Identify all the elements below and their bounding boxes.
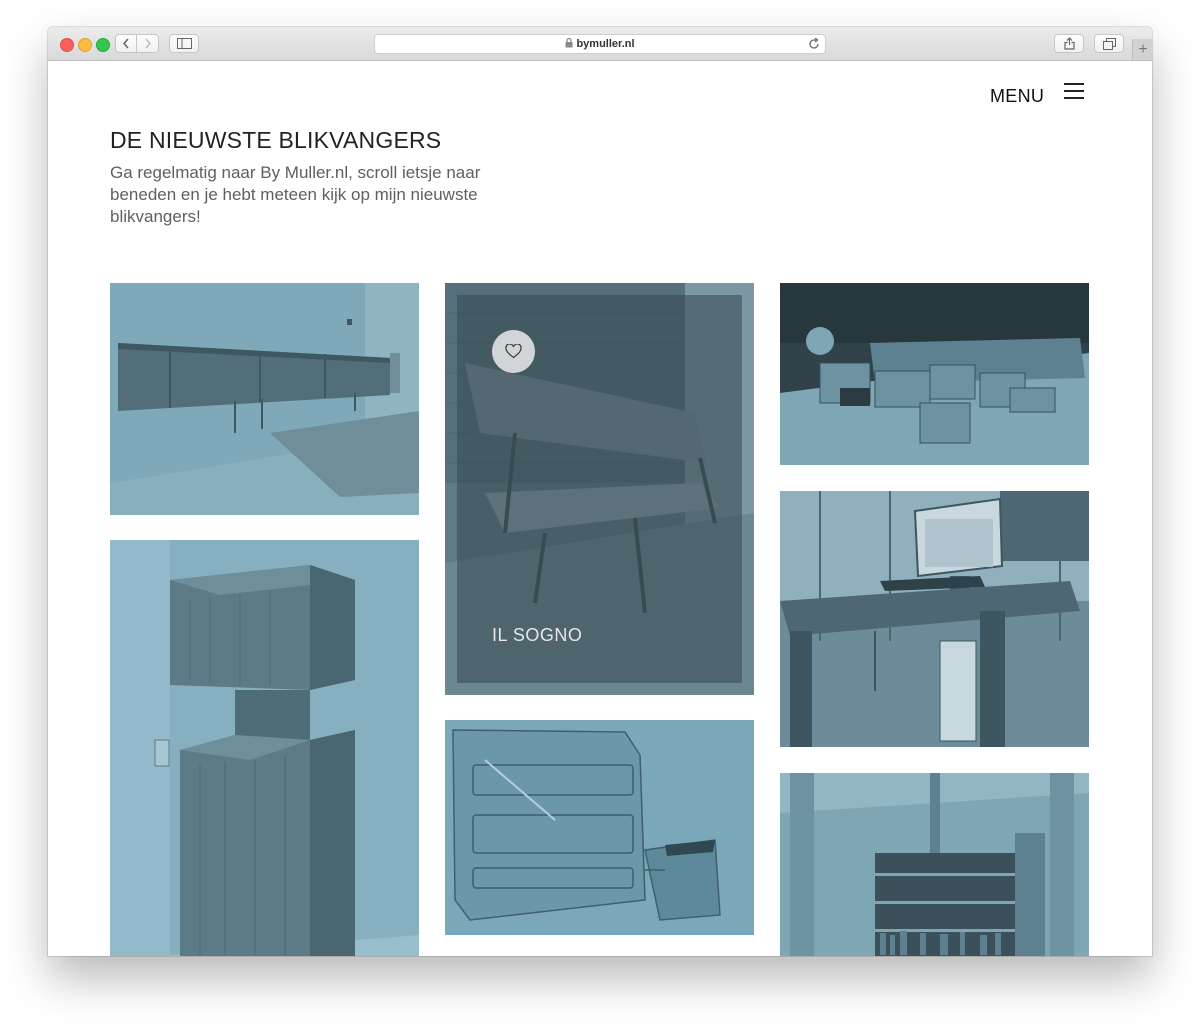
- gallery-tile-featured[interactable]: IL SOGNO: [445, 283, 754, 695]
- menu-label: MENU: [990, 86, 1045, 106]
- cabinet-image: [110, 540, 419, 956]
- gallery-tile-desk[interactable]: [780, 491, 1089, 747]
- browser-window: bymuller.nl + MENU DE NIEUWSTE BLIKVANGE…: [48, 27, 1152, 956]
- minimize-window-button[interactable]: [78, 38, 92, 52]
- favorite-button[interactable]: [492, 330, 535, 373]
- zoom-window-button[interactable]: [96, 38, 110, 52]
- url-text: bymuller.nl: [576, 38, 635, 50]
- lock-icon: [565, 38, 573, 48]
- new-tab-button[interactable]: +: [1132, 39, 1152, 60]
- sidebar-icon: [176, 38, 192, 49]
- gallery-tile-cabinet[interactable]: [110, 540, 419, 956]
- share-button[interactable]: [1054, 34, 1084, 53]
- browser-toolbar: bymuller.nl +: [48, 27, 1152, 61]
- show-tabs-button[interactable]: [1094, 34, 1124, 53]
- plus-icon: +: [1138, 41, 1148, 58]
- desk-image: [780, 491, 1089, 747]
- sideboard-image: [110, 283, 419, 515]
- tabs-icon: [1102, 37, 1116, 50]
- gallery-tile-library[interactable]: [780, 773, 1089, 956]
- sidebar-button[interactable]: [169, 34, 199, 53]
- forward-icon: [144, 38, 151, 49]
- seating-image: [780, 283, 1089, 465]
- gallery-tile-sideboard[interactable]: [110, 283, 419, 515]
- section-intro: Ga regelmatig naar By Muller.nl, scroll …: [110, 163, 481, 226]
- back-icon: [122, 38, 129, 49]
- reload-icon[interactable]: [808, 38, 820, 50]
- menu-toggle[interactable]: MENU: [990, 82, 1085, 107]
- back-button[interactable]: [115, 34, 137, 53]
- menu-icon: [1064, 82, 1085, 99]
- library-image: [780, 773, 1089, 956]
- forward-button[interactable]: [137, 34, 159, 53]
- featured-caption[interactable]: IL SOGNO: [492, 625, 582, 646]
- web-page: MENU DE NIEUWSTE BLIKVANGERS Ga regelmat…: [48, 61, 1152, 956]
- address-bar[interactable]: bymuller.nl: [374, 34, 826, 54]
- wall-unit-image: [445, 720, 754, 935]
- heart-icon: [505, 344, 522, 359]
- section-title: DE NIEUWSTE BLIKVANGERS: [110, 127, 442, 153]
- close-window-button[interactable]: [60, 38, 74, 52]
- gallery-tile-wall-unit[interactable]: [445, 720, 754, 935]
- gallery-tile-seating[interactable]: [780, 283, 1089, 465]
- share-icon: [1063, 37, 1075, 50]
